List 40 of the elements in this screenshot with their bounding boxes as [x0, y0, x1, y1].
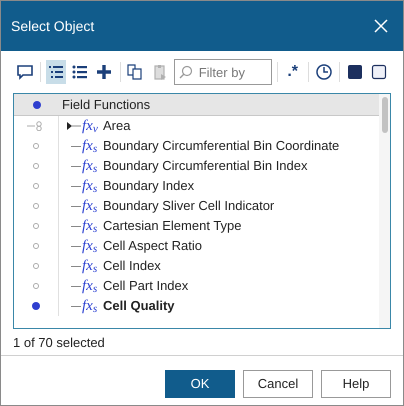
copy-icon: [126, 63, 144, 81]
function-icon: fx$_{s}$: [81, 278, 103, 294]
plus-icon: [95, 63, 114, 81]
function-icon: fx$_{s}$: [81, 178, 103, 194]
function-icon: fx$_{s}$: [81, 158, 103, 174]
expander-icon[interactable]: [67, 122, 81, 130]
function-icon: fx$_{s}$: [81, 238, 103, 254]
filled-square-icon: [346, 63, 364, 81]
tree-item[interactable]: Area: [103, 116, 130, 136]
header-label: Field Functions: [61, 96, 150, 114]
clock-icon: [314, 63, 333, 81]
tree-item[interactable]: Cartesian Element Type: [103, 216, 242, 236]
tree-item[interactable]: Boundary Index: [103, 176, 194, 196]
tree-item[interactable]: Cell Index: [103, 256, 161, 276]
dialog-button[interactable]: Help: [321, 370, 391, 398]
comment-icon: [16, 63, 34, 81]
status-text: 1 of 70 selected: [13, 334, 106, 352]
function-icon: fx$_{s}$: [81, 258, 103, 274]
function-icon: fx$_{s}$: [81, 298, 103, 314]
window-title: Select Object: [11, 16, 94, 36]
dialog-button[interactable]: Cancel: [243, 370, 313, 398]
tree-button[interactable]: [46, 60, 66, 84]
tree-item[interactable]: Boundary Sliver Cell Indicator: [103, 196, 274, 216]
regex-button[interactable]: .*: [282, 60, 303, 84]
tree-item[interactable]: Cell Part Index: [103, 276, 188, 296]
list-icon: [71, 63, 90, 81]
close-icon: [374, 19, 388, 33]
tree-list-icon: [47, 63, 66, 81]
function-icon: fx$_{v}$: [81, 118, 103, 134]
empty-square-icon: [370, 63, 388, 81]
dialog-button[interactable]: OK: [165, 370, 235, 398]
function-icon: fx$_{s}$: [81, 198, 103, 214]
filter-field[interactable]: Filter by: [174, 59, 272, 85]
function-icon: fx$_{s}$: [81, 138, 103, 154]
function-icon: fx$_{s}$: [81, 218, 103, 234]
search-icon: [178, 65, 193, 79]
tree-item[interactable]: Boundary Circumferential Bin Coordinate: [103, 136, 340, 156]
tree-item[interactable]: Cell Quality: [103, 296, 175, 316]
tree-item[interactable]: Cell Aspect Ratio: [103, 236, 202, 256]
tree-item[interactable]: Boundary Circumferential Bin Index: [103, 156, 308, 176]
